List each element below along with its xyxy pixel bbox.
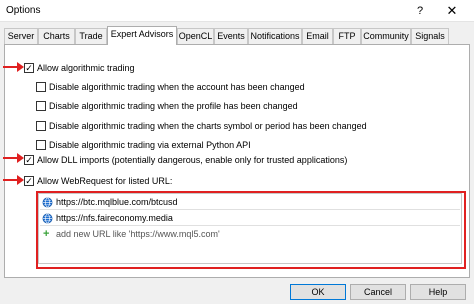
close-icon[interactable]: ✕ — [444, 3, 460, 19]
tab-email[interactable]: Email — [302, 28, 333, 44]
tab-notifications[interactable]: Notifications — [248, 28, 302, 44]
disable-on-profile-change-label: Disable algorithmic trading when the pro… — [49, 101, 298, 111]
disable-on-symbol-change-checkbox[interactable] — [36, 121, 46, 131]
allow-webrequest-label: Allow WebRequest for listed URL: — [37, 176, 173, 186]
annotation-arrow-webrequest — [3, 175, 24, 185]
allow-webrequest-checkbox[interactable]: ✓ — [24, 176, 34, 186]
url-text: https://btc.mqlblue.com/btcusd — [56, 197, 178, 207]
disable-on-account-change-label: Disable algorithmic trading when the acc… — [49, 82, 305, 92]
add-url-row[interactable]: + add new URL like 'https://www.mql5.com… — [40, 227, 460, 242]
tab-events[interactable]: Events — [214, 28, 248, 44]
tab-community[interactable]: Community — [361, 28, 411, 44]
add-url-placeholder: add new URL like 'https://www.mql5.com' — [56, 229, 220, 239]
allow-dll-imports-label: Allow DLL imports (potentially dangerous… — [37, 155, 348, 165]
url-list-item[interactable]: https://nfs.faireconomy.media — [40, 211, 460, 226]
title-bar: Options ? ✕ — [0, 0, 474, 22]
ok-button[interactable]: OK — [290, 284, 346, 300]
url-text: https://nfs.faireconomy.media — [56, 213, 173, 223]
tab-opencl[interactable]: OpenCL — [177, 28, 214, 44]
help-icon[interactable]: ? — [412, 3, 428, 19]
disable-on-account-change-checkbox[interactable] — [36, 82, 46, 92]
globe-icon — [42, 213, 53, 224]
tab-charts[interactable]: Charts — [38, 28, 75, 44]
globe-icon — [42, 197, 53, 208]
tab-expert-advisors[interactable]: Expert Advisors — [107, 26, 177, 45]
tab-server[interactable]: Server — [4, 28, 38, 44]
disable-python-api-label: Disable algorithmic trading via external… — [49, 140, 251, 150]
cancel-button[interactable]: Cancel — [350, 284, 406, 300]
url-list-item[interactable]: https://btc.mqlblue.com/btcusd — [40, 195, 460, 210]
tab-ftp[interactable]: FTP — [333, 28, 361, 44]
disable-python-api-checkbox[interactable] — [36, 140, 46, 150]
tab-trade[interactable]: Trade — [75, 28, 107, 44]
allow-dll-imports-checkbox[interactable]: ✓ — [24, 155, 34, 165]
url-list[interactable]: https://btc.mqlblue.com/btcusd https://n… — [38, 193, 462, 264]
plus-icon: + — [43, 228, 50, 240]
tab-signals[interactable]: Signals — [411, 28, 449, 44]
allow-algo-trading-checkbox[interactable]: ✓ — [24, 63, 34, 73]
help-button[interactable]: Help — [410, 284, 466, 300]
allow-algo-trading-label: Allow algorithmic trading — [37, 63, 135, 73]
tab-strip: Server Charts Trade Expert Advisors Open… — [4, 26, 470, 45]
annotation-arrow-algo — [3, 62, 24, 72]
disable-on-profile-change-checkbox[interactable] — [36, 101, 46, 111]
window-title: Options — [6, 5, 41, 16]
annotation-arrow-dll — [3, 153, 24, 163]
disable-on-symbol-change-label: Disable algorithmic trading when the cha… — [49, 121, 367, 131]
